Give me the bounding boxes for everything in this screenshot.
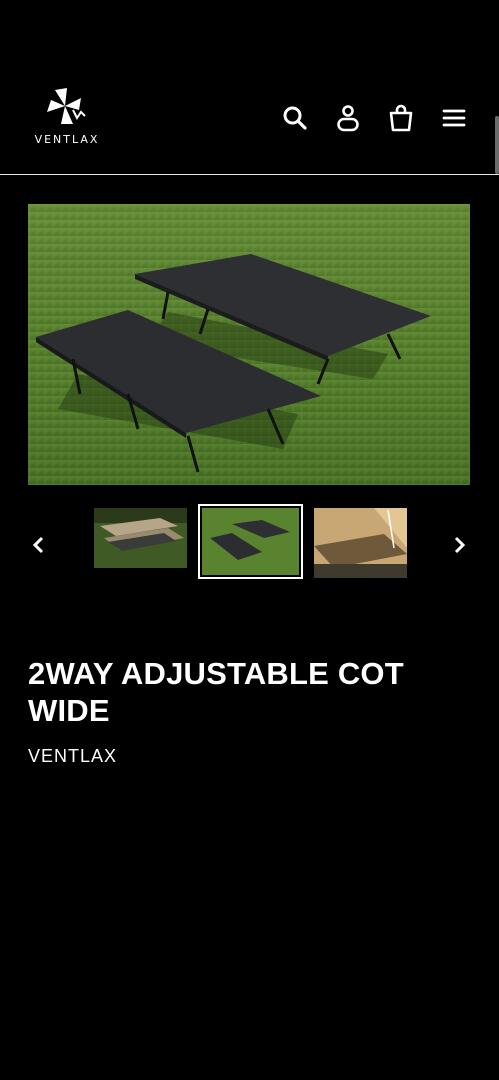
product-vendor: VENTLAX	[28, 746, 118, 766]
menu-icon	[442, 109, 466, 127]
product-main-image[interactable]	[28, 204, 470, 485]
gallery-thumbnail[interactable]	[94, 508, 187, 568]
search-button[interactable]	[279, 102, 311, 134]
gallery-prev-button[interactable]	[24, 530, 54, 560]
account-icon	[337, 105, 359, 132]
header-divider	[0, 174, 499, 175]
logo-text: VENTLAX	[34, 133, 100, 146]
site-header: VENTLAX	[0, 0, 499, 176]
chevron-left-icon	[32, 536, 44, 554]
cart-button[interactable]	[385, 102, 417, 134]
search-icon	[283, 106, 307, 130]
gallery-thumbnail[interactable]	[314, 508, 407, 578]
product-title: 2WAY ADJUSTABLE COT WIDE	[28, 656, 404, 728]
scrollbar[interactable]	[495, 116, 499, 174]
menu-button[interactable]	[438, 102, 470, 134]
logo[interactable]: VENTLAX	[33, 86, 101, 148]
account-button[interactable]	[332, 102, 364, 134]
gallery-thumbnail-active[interactable]	[198, 504, 303, 579]
chevron-right-icon	[454, 536, 466, 554]
gallery-next-button[interactable]	[444, 530, 474, 560]
logo-mark-icon	[47, 88, 86, 124]
cart-icon	[389, 104, 413, 132]
